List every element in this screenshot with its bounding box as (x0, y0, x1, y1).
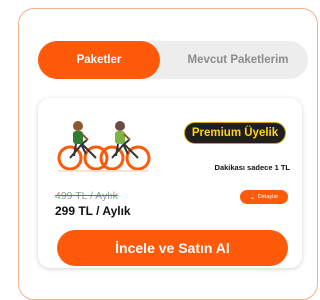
old-price: 499 TL / Aylık (55, 190, 118, 202)
details-button[interactable]: ⌄ Detaylar (240, 190, 288, 204)
chevron-down-icon: ⌄ (249, 194, 255, 201)
review-and-buy-button[interactable]: İncele ve Satın Al (57, 230, 288, 266)
tab-my-packages[interactable]: Mevcut Paketlerim (168, 41, 308, 79)
two-cyclists-illustration (57, 121, 151, 172)
premium-badge: Premium Üyelik (184, 122, 286, 144)
package-tabs: Paketler Mevcut Paketlerim (38, 41, 308, 79)
new-price: 299 TL / Aylık (55, 204, 131, 218)
tab-packages[interactable]: Paketler (38, 41, 160, 79)
details-label: Detaylar (257, 194, 279, 200)
minute-price-note: Dakikası sadece 1 TL (214, 163, 290, 172)
